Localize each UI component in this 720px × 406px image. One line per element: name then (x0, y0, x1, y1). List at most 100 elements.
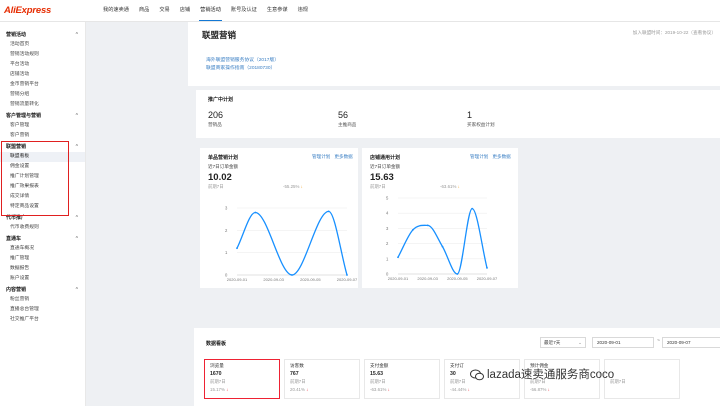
sidebar-group[interactable]: 代币推广 ^ (0, 213, 85, 223)
x-tick-label: 2020-09-07 (337, 277, 358, 282)
nav-item-3[interactable]: 店铺 (175, 0, 195, 22)
y-tick-label: 1 (225, 250, 228, 255)
series-line (397, 207, 488, 275)
sidebar-group-label: 联盟营销 (6, 144, 27, 150)
metric-change-value: -63.61% (370, 387, 387, 392)
sidebar-item[interactable]: 直通车概况 (0, 244, 85, 254)
data-point (426, 224, 429, 227)
y-tick-label: 3 (225, 206, 228, 211)
sidebar-item[interactable]: 成交详情 (0, 192, 85, 202)
metric-card[interactable]: 支付金额 15.63 前期7日 -63.61% ↓ (364, 359, 440, 399)
sidebar-item[interactable]: 营销流量转化 (0, 100, 85, 110)
sidebar-item[interactable]: 佣金设置 (0, 162, 85, 172)
date-separator: ~ (657, 338, 660, 344)
sidebar-item[interactable]: 特定商品设置 (0, 202, 85, 212)
plan-label-1: 主推商品 (338, 122, 357, 127)
down-arrow-icon: ↓ (306, 387, 309, 392)
sidebar-item[interactable]: 店铺活动 (0, 70, 85, 80)
top-bar: AliExpress 我的速卖通 商品 交易 店铺 营销活动 账号及认证 生意参谋 违规 (0, 0, 720, 22)
data-point (441, 245, 444, 248)
range-select[interactable]: 最近7天 ⌄ (540, 337, 586, 348)
date-from-input[interactable]: 2020-09-01 (592, 337, 654, 348)
down-arrow-icon: ↓ (387, 387, 390, 392)
data-point (456, 273, 459, 275)
sidebar-item[interactable]: 活动首页 (0, 40, 85, 50)
metric-card[interactable]: 浏览量 1670 前期7日 15.17% ↓ (204, 359, 280, 399)
sidebar-group[interactable]: 内容营销 ^ (0, 285, 85, 295)
header-panel: 联盟营销 加入联盟时间：2019-10-22（查看协议） 海外联盟营销服务协议（… (188, 22, 720, 86)
sidebar-group-label: 内容营销 (6, 287, 27, 293)
aliexpress-logo[interactable]: AliExpress (4, 5, 51, 16)
data-point (411, 229, 414, 231)
sidebar-group[interactable]: 营销活动 ^ (0, 30, 85, 40)
sidebar-item[interactable]: 营销活动规则 (0, 50, 85, 60)
nav-item-4[interactable]: 营销活动 (195, 0, 226, 22)
sidebar-group[interactable]: 客户管理与营销 ^ (0, 111, 85, 121)
watermark-text: lazada速卖通服务商coco (487, 369, 615, 381)
sidebar-item[interactable]: 数据报告 (0, 264, 85, 274)
sidebar-group[interactable]: 联盟营销 ^ (0, 142, 85, 152)
metric-card[interactable]: 访客数 767 前期7日 20.41% ↓ (284, 359, 360, 399)
nav-item-7[interactable]: 违规 (293, 0, 313, 22)
date-to-input[interactable]: 2020-09-07 (662, 337, 720, 348)
plan-value-2[interactable]: 1 (467, 110, 472, 120)
doc-link-guide[interactable]: 联盟商家操作指南（20180730） (206, 64, 275, 71)
chevron-icon: ^ (75, 236, 78, 242)
plan-value-1[interactable]: 56 (338, 110, 348, 120)
y-tick-label: 1 (386, 256, 389, 261)
sidebar-item[interactable]: 平台活动 (0, 60, 85, 70)
x-tick-label: 2020-09-05 (447, 276, 468, 281)
x-tick-label: 2020-09-01 (227, 277, 248, 282)
nav-item-2[interactable]: 交易 (154, 0, 174, 22)
sidebar-group-label: 客户管理与营销 (6, 113, 42, 119)
sidebar-item[interactable]: 客户营销 (0, 131, 85, 141)
x-tick-label: 2020-09-01 (388, 276, 409, 281)
y-tick-label: 3 (386, 226, 389, 231)
sidebar-item[interactable]: 推广计划管理 (0, 172, 85, 182)
plans-card: 推广中计划 206 营销品 56 主推商品 1 买家权益计划 (196, 90, 720, 138)
chart-card-single-product: 单品营销计划 管理计划 更多数据 近7日订单金额 10.02 前期7日 -55.2… (200, 148, 358, 288)
sidebar-item[interactable]: 客户管理 (0, 121, 85, 131)
metric-value: 767 (290, 371, 299, 377)
plan-value-0[interactable]: 206 (208, 110, 223, 120)
data-point (397, 256, 399, 259)
y-tick-label: 2 (386, 241, 389, 246)
nav-item-5[interactable]: 账号及认证 (226, 0, 262, 22)
metric-label: 浏览量 (210, 363, 224, 368)
chevron-down-icon: ⌄ (578, 340, 582, 345)
x-tick-label: 2020-09-07 (477, 276, 498, 281)
metric-prev-label: 前期7日 (290, 379, 306, 384)
sidebar-item[interactable]: 代币收费规则 (0, 223, 85, 233)
sidebar-item[interactable]: 营销分组 (0, 90, 85, 100)
y-tick-label: 5 (386, 196, 389, 201)
plan-label-2: 买家权益计划 (467, 122, 495, 127)
metric-label: 访客数 (290, 363, 304, 368)
sidebar-group[interactable]: 直通车 ^ (0, 234, 85, 244)
line-chart: 0123452020-09-01 2020-09-03 2020-09-05 2020… (386, 196, 498, 282)
sidebar-item[interactable]: 社交推广平台 (0, 315, 85, 325)
sidebar-group-label: 营销活动 (6, 32, 27, 38)
sidebar-item[interactable]: 粉丝营销 (0, 295, 85, 305)
metric-value: 1670 (210, 371, 222, 377)
metric-value: 30 (450, 371, 456, 377)
metric-change-value: 15.17% (210, 387, 225, 392)
doc-link-agreement[interactable]: 海外联盟营销服务协议（2017版） (206, 56, 279, 63)
join-time-text[interactable]: 加入联盟时间：2019-10-22（查看协议） (633, 30, 716, 36)
metric-value: 15.63 (370, 371, 383, 377)
data-point (327, 210, 330, 213)
x-tick-label: 2020-09-05 (300, 277, 321, 282)
sidebar-item[interactable]: 直播总台管理 (0, 305, 85, 315)
metric-change: -63.61% ↓ (370, 387, 390, 392)
nav-item-6[interactable]: 生意参谋 (262, 0, 293, 22)
sidebar-item[interactable]: 金币营销平台 (0, 80, 85, 90)
data-point (254, 211, 257, 214)
nav-item-0[interactable]: 我的速卖通 (98, 0, 134, 22)
sidebar-item[interactable]: 联盟看板 (0, 152, 85, 162)
data-point (236, 247, 238, 250)
sidebar-item[interactable]: 账户设置 (0, 274, 85, 284)
nav-item-1[interactable]: 商品 (134, 0, 154, 22)
sidebar-item[interactable]: 推广效果报表 (0, 182, 85, 192)
sidebar-group-label: 代币推广 (6, 215, 27, 221)
sidebar-item[interactable]: 推广管理 (0, 254, 85, 264)
data-point (471, 207, 474, 210)
